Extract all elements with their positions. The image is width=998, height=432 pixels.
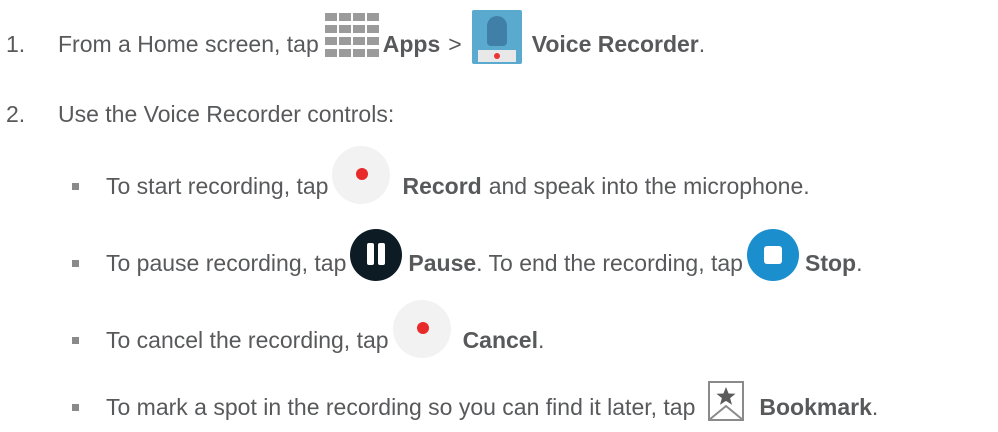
pause-label: Pause bbox=[408, 249, 477, 276]
step-2-text: Use the Voice Recorder controls: bbox=[58, 100, 395, 127]
step-number: 2. bbox=[6, 100, 26, 127]
stop-label: Stop bbox=[804, 249, 857, 276]
voice-recorder-label: Voice Recorder bbox=[531, 30, 699, 57]
bullet-marker bbox=[72, 403, 79, 411]
bullet-cancel: To cancel the recording, tap Cancel . bbox=[0, 300, 545, 360]
bullet-marker bbox=[72, 182, 79, 190]
bullet-suffix: . bbox=[871, 393, 879, 420]
cancel-icon bbox=[392, 300, 451, 358]
bookmark-icon bbox=[703, 378, 749, 424]
pause-icon bbox=[350, 229, 403, 281]
bullet-text: To cancel the recording, tap bbox=[106, 326, 389, 353]
bullet-marker bbox=[72, 336, 79, 344]
bullet-suffix: . bbox=[538, 326, 545, 353]
record-label: Record bbox=[402, 172, 482, 199]
bookmark-label: Bookmark bbox=[759, 393, 872, 420]
separator: > bbox=[448, 30, 462, 57]
bullet-middle: . To end the recording, tap bbox=[476, 249, 743, 276]
cancel-label: Cancel bbox=[462, 326, 538, 353]
apps-label: Apps bbox=[382, 30, 441, 57]
bullet-text: To pause recording, tap bbox=[106, 249, 347, 276]
apps-grid-icon bbox=[324, 13, 381, 59]
bullet-suffix: and speak into the microphone. bbox=[488, 172, 810, 199]
step-number: 1. bbox=[6, 30, 26, 57]
voice-recorder-app-icon bbox=[471, 10, 522, 64]
bullet-bookmark: To mark a spot in the recording so you c… bbox=[0, 381, 879, 427]
bullet-suffix: . bbox=[856, 249, 863, 276]
bullet-pause: To pause recording, tap Pause . To end t… bbox=[0, 229, 863, 283]
step-2: 2. Use the Voice Recorder controls: bbox=[0, 94, 394, 134]
bullet-text: To mark a spot in the recording so you c… bbox=[106, 393, 696, 420]
bullet-record: To start recording, tap Record and speak… bbox=[0, 146, 810, 206]
bullet-marker bbox=[72, 259, 79, 267]
step-1-suffix: . bbox=[698, 30, 706, 57]
step-1-text: From a Home screen, tap bbox=[58, 30, 319, 57]
record-icon bbox=[332, 146, 391, 204]
bullet-text: To start recording, tap bbox=[106, 172, 329, 199]
step-1: 1. From a Home screen, tap Apps > Voice … bbox=[0, 10, 706, 64]
stop-icon bbox=[746, 229, 799, 281]
